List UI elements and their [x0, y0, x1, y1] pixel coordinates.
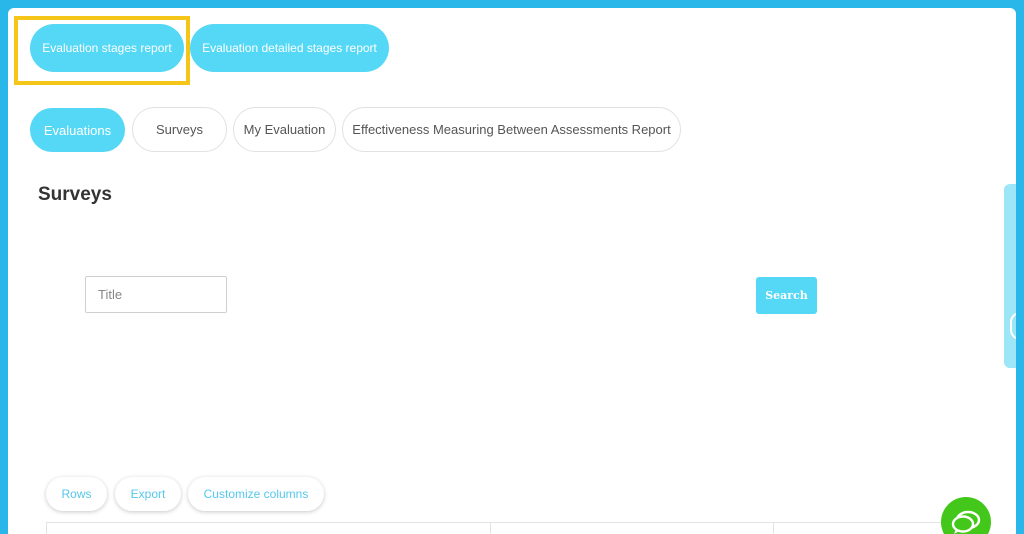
app-frame: Evaluation stages report Evaluation deta… [8, 8, 1016, 534]
tab-evaluation-stages-report[interactable]: Evaluation stages report [30, 24, 184, 72]
chat-button[interactable] [941, 497, 991, 534]
table-column-divider [46, 523, 47, 534]
title-search-input[interactable] [85, 276, 227, 313]
search-button[interactable]: Search [756, 277, 817, 314]
tab-effectiveness-report[interactable]: Effectiveness Measuring Between Assessme… [342, 107, 681, 152]
customize-columns-button[interactable]: Customize columns [188, 477, 324, 511]
tab-my-evaluation[interactable]: My Evaluation [233, 107, 336, 152]
tab-surveys[interactable]: Surveys [132, 107, 227, 152]
table-header [46, 522, 976, 534]
tab-evaluations[interactable]: Evaluations [30, 108, 125, 152]
page-title: Surveys [38, 184, 112, 205]
table-column-divider [490, 523, 491, 534]
chat-bubble-icon [951, 510, 981, 534]
tab-evaluation-detailed-stages-report[interactable]: Evaluation detailed stages report [190, 24, 389, 72]
side-drawer-handle[interactable] [1004, 184, 1016, 368]
export-button[interactable]: Export [115, 477, 181, 511]
side-drawer-handle-icon [1010, 312, 1016, 340]
table-column-divider [773, 523, 774, 534]
rows-button[interactable]: Rows [46, 477, 107, 511]
